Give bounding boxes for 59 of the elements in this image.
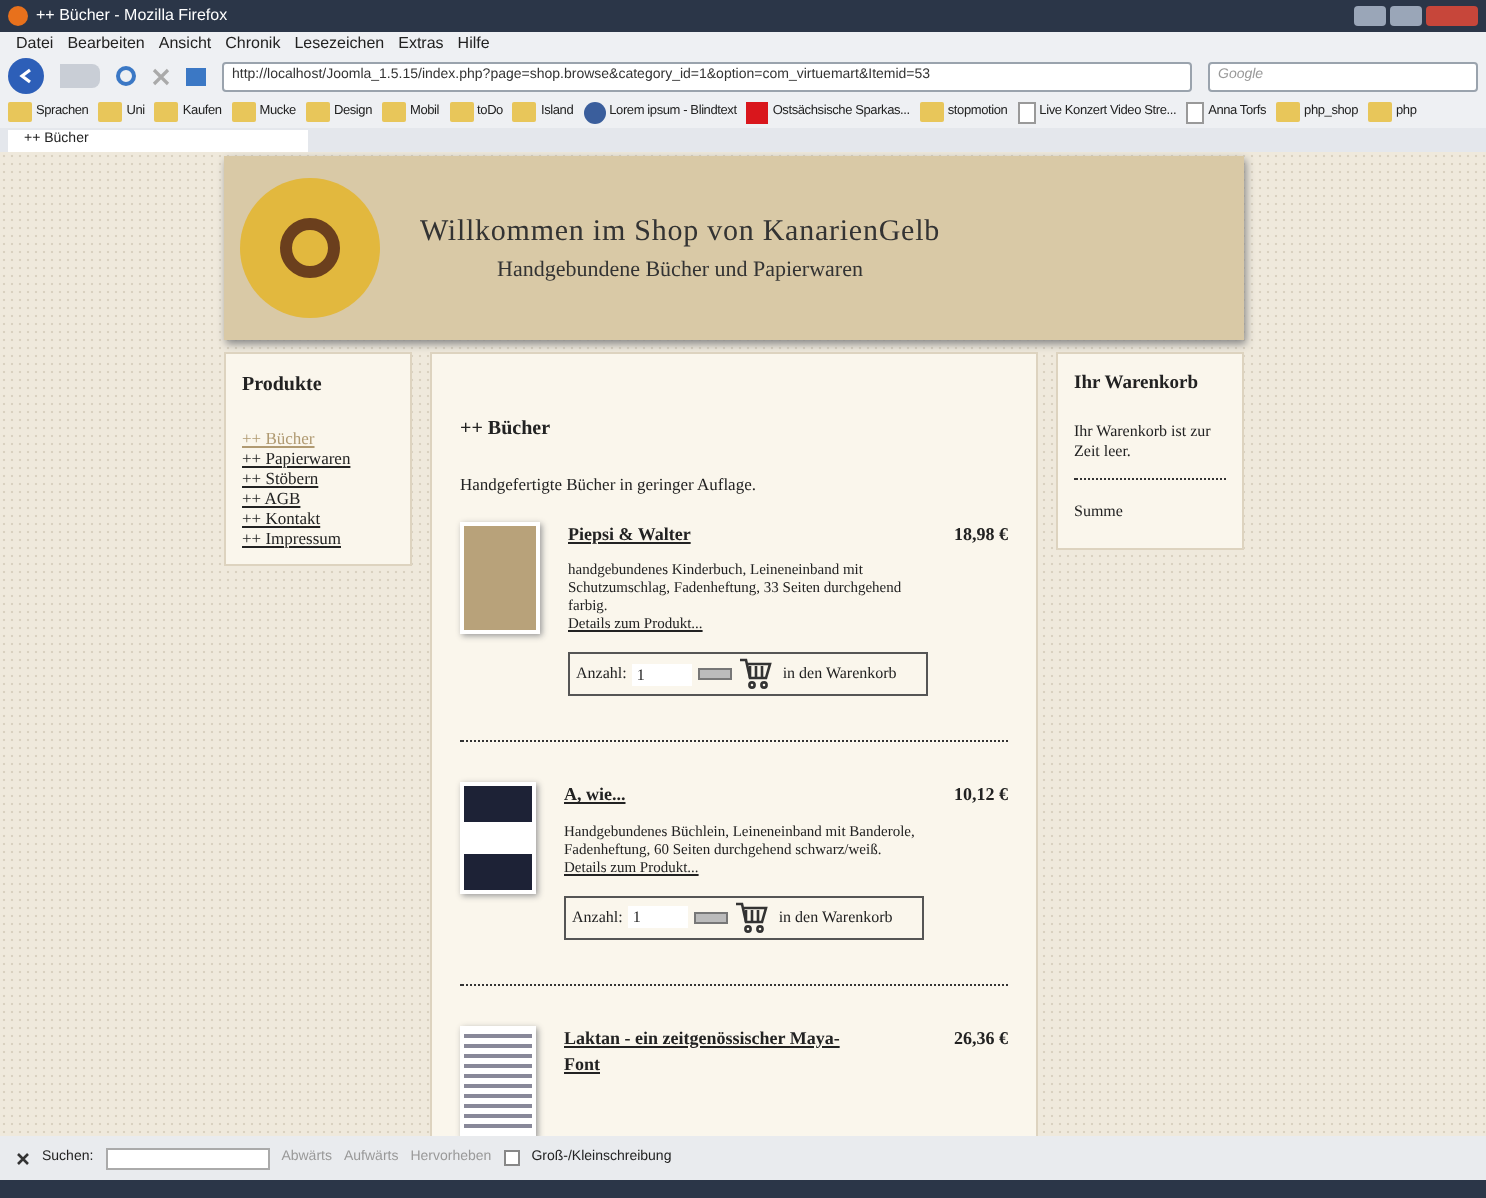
menu-item[interactable]: Extras bbox=[398, 32, 444, 56]
add-to-cart-button[interactable]: in den Warenkorb bbox=[778, 905, 893, 930]
folder-icon bbox=[449, 102, 474, 122]
folder-icon bbox=[8, 102, 32, 122]
book-cover-image[interactable] bbox=[460, 782, 536, 895]
folder-icon bbox=[305, 102, 330, 122]
quantity-field[interactable]: 1 bbox=[632, 663, 693, 686]
menu-item[interactable]: Hilfe bbox=[457, 32, 490, 56]
quantity-label: Anzahl: bbox=[576, 662, 627, 687]
folder-icon bbox=[919, 102, 944, 122]
menu-item[interactable]: Lesezeichen bbox=[294, 32, 385, 56]
folder-icon bbox=[231, 102, 256, 122]
window-title: ++ Bücher - Mozilla Firefox bbox=[36, 4, 228, 28]
banner-subtitle: Handgebundene Bücher und Papierwaren bbox=[497, 256, 863, 286]
product-title-link[interactable]: Piepsi & Walter bbox=[568, 521, 868, 549]
menu-item[interactable]: Datei bbox=[16, 32, 54, 56]
quantity-stepper[interactable] bbox=[694, 911, 729, 924]
category-link[interactable]: ++ Impressum bbox=[242, 528, 394, 548]
sidebar-title: Produkte bbox=[242, 372, 324, 400]
browser-logo-icon bbox=[8, 6, 28, 26]
glyph-sheet-image[interactable] bbox=[460, 1025, 536, 1136]
folder-icon bbox=[512, 102, 537, 122]
quantity-field[interactable]: 1 bbox=[628, 906, 689, 929]
product-price: 26,36 € bbox=[954, 1025, 1008, 1052]
category-description: Handgefertigte Bücher in geringer Auflage. bbox=[460, 472, 758, 498]
back-button[interactable] bbox=[8, 58, 44, 94]
match-case-checkbox[interactable] bbox=[503, 1150, 520, 1166]
quantity-label: Anzahl: bbox=[572, 905, 623, 930]
page-icon bbox=[1186, 101, 1205, 123]
cart-title: Ihr Warenkorb bbox=[1074, 372, 1201, 398]
cart-empty-text: Ihr Warenkorb ist zur Zeit leer. bbox=[1074, 422, 1226, 481]
product-price: 18,98 € bbox=[954, 521, 1008, 548]
folder-icon bbox=[1368, 102, 1392, 122]
folder-icon bbox=[1276, 102, 1301, 122]
banner-title: Willkommen im Shop von KanarienGelb bbox=[420, 213, 940, 251]
shopping-cart-icon bbox=[734, 901, 769, 934]
folder-icon bbox=[154, 102, 179, 122]
globe-icon bbox=[583, 101, 606, 123]
product-title-link[interactable]: Laktan - ein zeitgenössischer Maya-Font bbox=[564, 1025, 864, 1080]
menu-item[interactable]: Ansicht bbox=[158, 32, 212, 56]
product-price: 10,12 € bbox=[954, 782, 1008, 809]
category-link[interactable]: ++ Stöbern bbox=[242, 468, 394, 488]
product-title-link[interactable]: A, wie... bbox=[564, 782, 864, 810]
menu-item[interactable]: Chronik bbox=[225, 32, 281, 56]
category-link[interactable]: ++ Papierwaren bbox=[242, 448, 394, 468]
cart-total-label: Summe bbox=[1074, 500, 1125, 525]
folder-icon bbox=[98, 102, 123, 122]
stop-icon[interactable] bbox=[152, 67, 170, 85]
category-link[interactable]: ++ Kontakt bbox=[242, 508, 394, 528]
quantity-stepper[interactable] bbox=[698, 668, 733, 681]
find-field[interactable] bbox=[105, 1147, 270, 1169]
menu-item[interactable]: Bearbeiten bbox=[67, 32, 145, 56]
close-icon[interactable] bbox=[16, 1151, 30, 1165]
category-link[interactable]: ++ AGB bbox=[242, 488, 394, 508]
folder-icon bbox=[382, 102, 406, 122]
shopping-cart-icon bbox=[738, 658, 773, 691]
page-icon bbox=[1017, 101, 1036, 123]
category-title: ++ Bücher bbox=[460, 416, 553, 444]
add-to-cart-button[interactable]: in den Warenkorb bbox=[782, 662, 897, 687]
